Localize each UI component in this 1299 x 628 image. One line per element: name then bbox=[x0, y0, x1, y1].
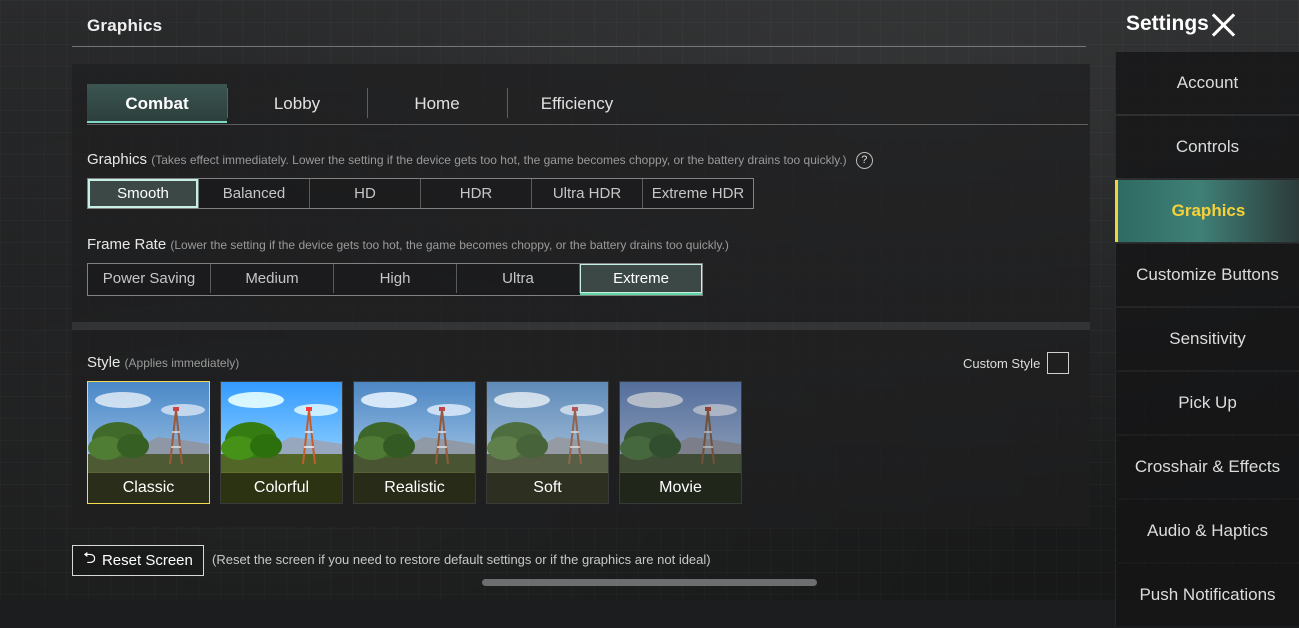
graphics-quality-selector: Smooth Balanced HD HDR Ultra HDR Extreme… bbox=[87, 178, 754, 209]
graphics-quality-label: Graphics bbox=[87, 151, 148, 168]
style-option-label: Classic bbox=[88, 473, 209, 503]
sidebar-item-label: Pick Up bbox=[1178, 393, 1237, 412]
style-option-movie[interactable]: Movie bbox=[619, 381, 742, 504]
panel-separator bbox=[72, 322, 1090, 330]
graphics-option-balanced[interactable]: Balanced bbox=[199, 179, 310, 208]
settings-header: Settings bbox=[1117, 0, 1299, 52]
graphics-option-smooth[interactable]: Smooth bbox=[88, 179, 199, 208]
frame-rate-selector: Power Saving Medium High Ultra Extreme bbox=[87, 263, 703, 296]
custom-style-label: Custom Style bbox=[963, 355, 1041, 371]
sidebar-item-label: Controls bbox=[1175, 137, 1240, 156]
frame-rate-label: Frame Rate bbox=[87, 236, 167, 253]
frame-rate-heading: Frame Rate (Lower the setting if the dev… bbox=[87, 236, 729, 253]
tab-combat[interactable]: Combat bbox=[87, 84, 227, 123]
reset-screen-button[interactable]: ⮌ Reset Screen bbox=[72, 545, 204, 576]
graphics-option-hd[interactable]: HD bbox=[310, 179, 421, 208]
graphics-option-extreme-hdr[interactable]: Extreme HDR bbox=[643, 179, 753, 208]
style-option-soft[interactable]: Soft bbox=[486, 381, 609, 504]
sidebar-item-audio-haptics[interactable]: Audio & Haptics bbox=[1115, 500, 1299, 562]
sidebar-item-graphics[interactable]: Graphics bbox=[1115, 180, 1299, 242]
sidebar-item-label: Push Notifications bbox=[1139, 585, 1276, 604]
style-option-label: Realistic bbox=[354, 473, 475, 503]
frame-rate-option-medium[interactable]: Medium bbox=[211, 264, 334, 293]
style-option-classic[interactable]: Classic bbox=[87, 381, 210, 504]
graphics-quality-heading: Graphics (Takes effect immediately. Lowe… bbox=[87, 151, 873, 169]
settings-title: Settings bbox=[1126, 12, 1209, 35]
sidebar-item-controls[interactable]: Controls bbox=[1115, 116, 1299, 178]
style-option-label: Soft bbox=[487, 473, 608, 503]
mode-tabs: Combat Lobby Home Efficiency bbox=[87, 84, 647, 123]
horizontal-scrollbar[interactable] bbox=[482, 579, 817, 586]
style-hint: (Applies immediately) bbox=[124, 356, 240, 370]
style-option-label: Colorful bbox=[221, 473, 342, 503]
style-option-label: Movie bbox=[620, 473, 741, 503]
sidebar-item-push-notifications[interactable]: Push Notifications bbox=[1115, 564, 1299, 626]
style-option-realistic[interactable]: Realistic bbox=[353, 381, 476, 504]
sidebar-item-label: Account bbox=[1176, 73, 1239, 92]
sidebar-item-label: Sensitivity bbox=[1169, 329, 1246, 348]
sidebar-item-label: Audio & Haptics bbox=[1147, 521, 1268, 540]
reset-screen-label: Reset Screen bbox=[101, 552, 193, 569]
tab-home[interactable]: Home bbox=[367, 84, 507, 123]
graphics-option-ultra-hdr[interactable]: Ultra HDR bbox=[532, 179, 643, 208]
style-heading: Style (Applies immediately) bbox=[87, 354, 239, 371]
tab-lobby[interactable]: Lobby bbox=[227, 84, 367, 123]
sidebar-item-label: Crosshair & Effects bbox=[1134, 457, 1281, 476]
graphics-quality-hint: (Takes effect immediately. Lower the set… bbox=[151, 153, 847, 167]
help-icon[interactable]: ? bbox=[855, 151, 873, 169]
frame-rate-option-extreme[interactable]: Extreme bbox=[580, 264, 702, 295]
frame-rate-option-ultra[interactable]: Ultra bbox=[457, 264, 580, 293]
custom-style-toggle: Custom Style bbox=[963, 352, 1070, 374]
style-options: Classic Colorful Realistic Soft Movie bbox=[87, 381, 752, 504]
frame-rate-option-high[interactable]: High bbox=[334, 264, 457, 293]
graphics-option-hdr[interactable]: HDR bbox=[421, 179, 532, 208]
title-divider bbox=[72, 46, 1086, 47]
page-title: Graphics bbox=[87, 16, 163, 35]
reset-screen-hint: (Reset the screen if you need to restore… bbox=[212, 552, 711, 567]
frame-rate-option-power-saving[interactable]: Power Saving bbox=[88, 264, 211, 293]
tabs-divider bbox=[87, 124, 1088, 125]
undo-icon: ⮌ bbox=[83, 550, 96, 567]
frame-rate-hint: (Lower the setting if the device gets to… bbox=[170, 238, 729, 252]
close-icon[interactable] bbox=[1210, 12, 1236, 38]
sidebar-item-crosshair-effects[interactable]: Crosshair & Effects bbox=[1115, 436, 1299, 498]
custom-style-checkbox[interactable] bbox=[1047, 352, 1070, 374]
sidebar-item-customize-buttons[interactable]: Customize Buttons bbox=[1115, 244, 1299, 306]
sidebar-item-sensitivity[interactable]: Sensitivity bbox=[1115, 308, 1299, 370]
tab-efficiency[interactable]: Efficiency bbox=[507, 84, 647, 123]
style-label: Style bbox=[87, 354, 121, 371]
sidebar-item-pick-up[interactable]: Pick Up bbox=[1115, 372, 1299, 434]
style-option-colorful[interactable]: Colorful bbox=[220, 381, 343, 504]
sidebar-item-label: Graphics bbox=[1171, 201, 1246, 220]
settings-sidebar: Account Controls Graphics Customize Butt… bbox=[1115, 52, 1299, 628]
sidebar-item-label: Customize Buttons bbox=[1136, 265, 1279, 284]
sidebar-item-account[interactable]: Account bbox=[1115, 52, 1299, 114]
